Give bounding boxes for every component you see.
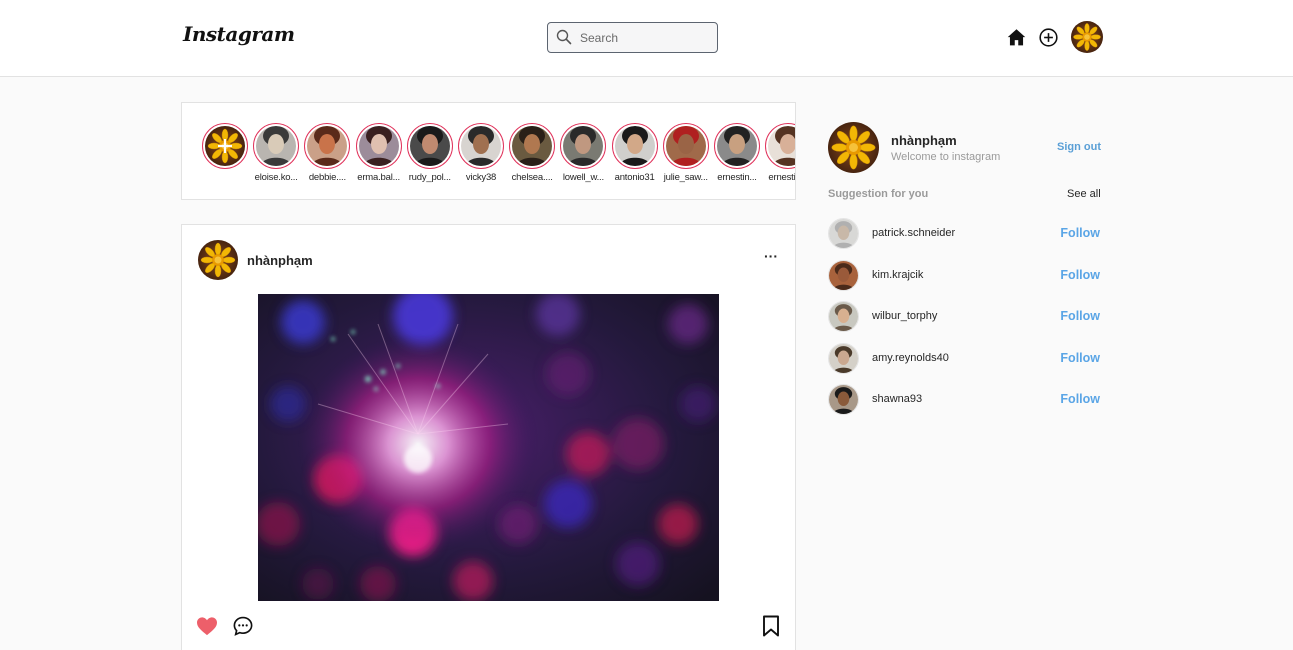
story-item[interactable]: erma.bal... [355,123,403,183]
story-avatar[interactable] [355,123,402,169]
add-post-icon[interactable] [1038,27,1059,48]
suggestion-row: kim.krajcik Follow [828,259,1100,292]
story-avatar[interactable] [765,123,795,169]
suggestion-username[interactable]: amy.reynolds40 [872,352,949,364]
suggestion-avatar[interactable] [828,384,859,415]
sidebar-profile-avatar[interactable] [828,122,879,173]
story-avatar[interactable] [560,123,607,169]
follow-button[interactable]: Follow [1060,351,1100,365]
more-options-icon[interactable]: ··· [763,249,779,269]
profile-avatar[interactable] [1071,21,1103,53]
story-item[interactable]: chelsea.... [508,123,556,183]
suggestions-heading: Suggestion for you [828,188,929,200]
story-avatar[interactable] [611,123,658,169]
story-item[interactable]: ernestin... [713,123,761,183]
story-item[interactable]: lowell_w... [559,123,607,183]
follow-button[interactable]: Follow [1060,392,1100,406]
story-username: rudy_pol... [408,172,451,183]
story-username: lowell_w... [562,172,604,183]
suggestion-username[interactable]: patrick.schneider [872,227,955,239]
sign-out-button[interactable]: Sign out [1057,141,1101,153]
suggestion-avatar[interactable] [828,301,859,332]
add-story[interactable] [201,123,249,172]
suggestion-username[interactable]: wilbur_torphy [872,310,937,322]
story-username: antonio31 [614,172,655,183]
top-header: Instagram [0,0,1293,77]
home-icon[interactable] [1006,27,1027,48]
story-item[interactable]: julie_saw... [662,123,710,183]
story-username: chelsea.... [511,172,553,183]
story-avatar[interactable] [662,123,709,169]
story-avatar[interactable] [509,123,556,169]
story-avatar[interactable] [406,123,453,169]
story-username: debbie.... [308,172,346,183]
story-username: vicky38 [465,172,497,183]
search-icon [556,29,572,45]
follow-button[interactable]: Follow [1060,226,1100,240]
post-actions [182,615,797,641]
search-input[interactable] [580,28,710,48]
story-username: ernestin... [768,172,796,183]
suggestion-row: amy.reynolds40 Follow [828,342,1100,375]
story-avatar[interactable] [253,123,300,169]
suggestion-row: wilbur_torphy Follow [828,301,1100,333]
story-avatar[interactable] [304,123,351,169]
comment-icon[interactable] [232,615,254,637]
heart-icon[interactable] [196,616,218,636]
story-avatar[interactable] [458,123,504,169]
add-story-avatar[interactable] [202,123,248,169]
follow-button[interactable]: Follow [1060,309,1100,323]
story-item[interactable]: rudy_pol... [406,123,454,183]
post-author-username[interactable]: nhànphạm [247,253,313,268]
follow-button[interactable]: Follow [1060,268,1100,282]
story-username: ernestin... [717,172,757,183]
see-all-link[interactable]: See all [1067,188,1101,200]
bookmark-icon[interactable] [762,615,780,637]
suggestion-avatar[interactable] [828,218,859,249]
post-photo[interactable] [258,294,719,601]
instagram-logo[interactable]: Instagram [183,22,295,46]
story-item[interactable]: ernestin... [764,123,796,183]
suggestion-avatar[interactable] [828,342,859,374]
sidebar-username[interactable]: nhànphạm [891,133,957,148]
story-username: julie_saw... [663,172,708,183]
post-author-avatar[interactable] [198,240,238,280]
story-item[interactable]: eloise.ko... [252,123,300,183]
story-username: eloise.ko... [254,172,298,183]
story-avatar[interactable] [714,123,760,169]
story-item[interactable]: antonio31 [611,123,659,183]
suggestion-avatar[interactable] [828,259,859,291]
story-item[interactable]: debbie.... [303,123,351,183]
search-box[interactable] [547,22,718,53]
story-item[interactable]: vicky38 [457,123,505,183]
welcome-text: Welcome to instagram [891,151,1001,163]
suggestion-row: patrick.schneider Follow [828,218,1100,250]
suggestion-username[interactable]: shawna93 [872,393,922,405]
suggestion-row: shawna93 Follow [828,384,1100,416]
stories-bar: eloise.ko... debbie.... erma.bal... rudy_po… [181,102,796,200]
story-username: erma.bal... [357,172,400,183]
feed-post: nhànphạm ··· [181,224,796,650]
suggestion-username[interactable]: kim.krajcik [872,269,923,281]
